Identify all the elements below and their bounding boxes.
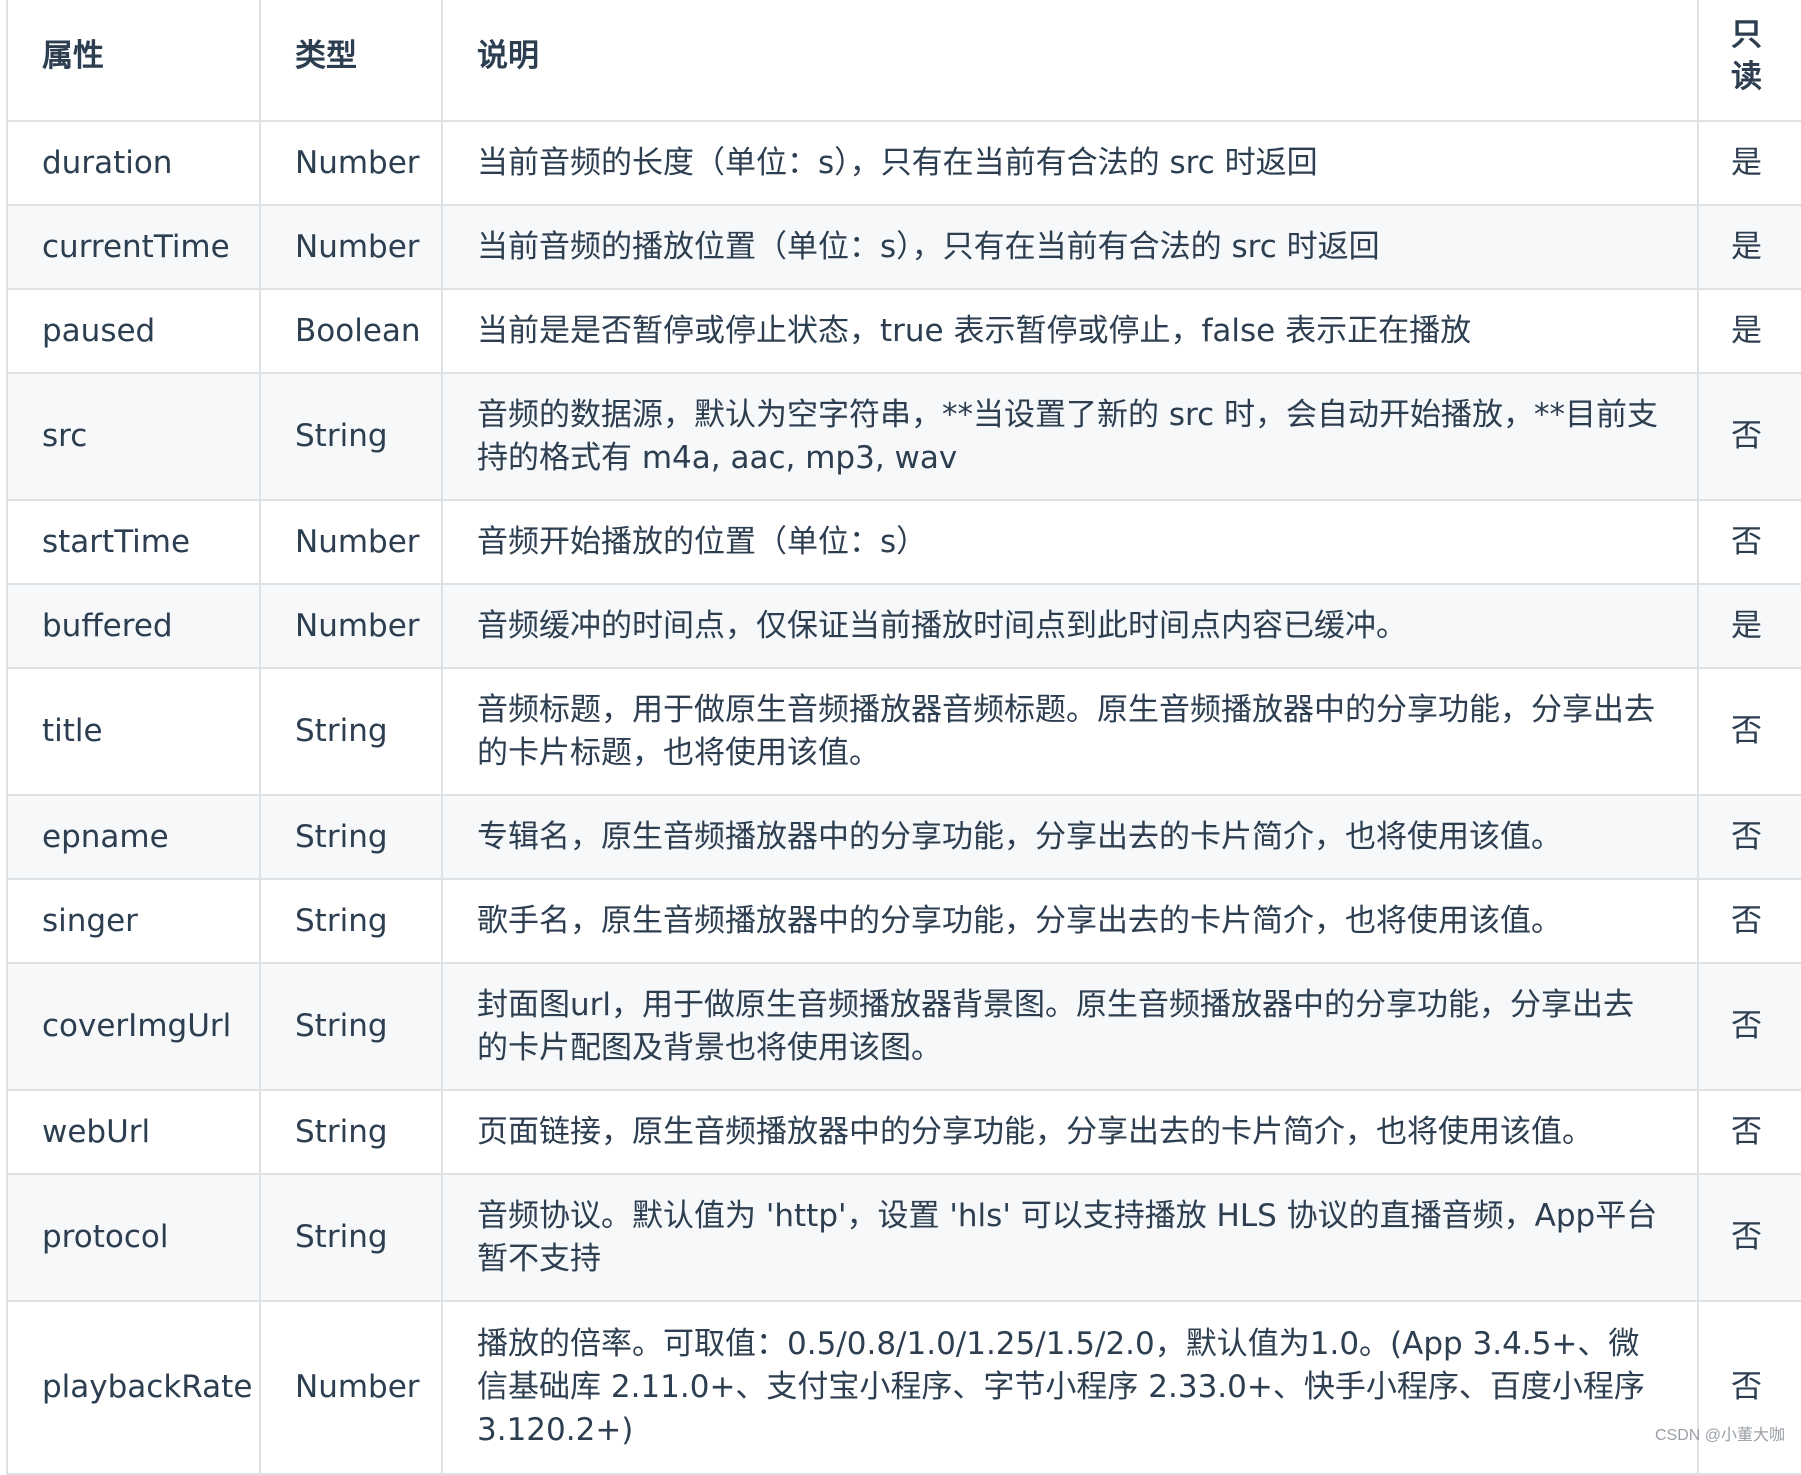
cell-description: 封面图url，用于做原生音频播放器背景图。原生音频播放器中的分享功能，分享出去的… bbox=[441, 962, 1699, 1091]
csdn-watermark: CSDN @小董大咖 bbox=[1654, 1427, 1785, 1444]
cell-type: String bbox=[259, 878, 443, 964]
table-row: currentTime Number 当前音频的播放位置（单位：s），只有在当前… bbox=[6, 204, 1801, 290]
cell-attribute: playbackRate bbox=[6, 1300, 261, 1475]
cell-type: String bbox=[259, 1089, 443, 1175]
table-row: webUrl String 页面链接，原生音频播放器中的分享功能，分享出去的卡片… bbox=[6, 1089, 1801, 1175]
table-row: paused Boolean 当前是是否暂停或停止状态，true 表示暂停或停止… bbox=[6, 288, 1801, 374]
cell-attribute: src bbox=[6, 372, 261, 501]
cell-type: Number bbox=[259, 499, 443, 585]
cell-description: 音频协议。默认值为 'http'，设置 'hls' 可以支持播放 HLS 协议的… bbox=[441, 1173, 1699, 1302]
cell-readonly: 否 bbox=[1697, 878, 1801, 964]
cell-type: Number bbox=[259, 583, 443, 669]
cell-description: 音频缓冲的时间点，仅保证当前播放时间点到此时间点内容已缓冲。 bbox=[441, 583, 1699, 669]
table-row: epname String 专辑名，原生音频播放器中的分享功能，分享出去的卡片简… bbox=[6, 794, 1801, 880]
cell-attribute: currentTime bbox=[6, 204, 261, 290]
cell-attribute: paused bbox=[6, 288, 261, 374]
cell-attribute: title bbox=[6, 667, 261, 796]
cell-description: 当前是是否暂停或停止状态，true 表示暂停或停止，false 表示正在播放 bbox=[441, 288, 1699, 374]
cell-type: String bbox=[259, 1173, 443, 1302]
cell-description: 当前音频的长度（单位：s），只有在当前有合法的 src 时返回 bbox=[441, 120, 1699, 206]
cell-type: String bbox=[259, 962, 443, 1091]
table-header-row: 属性 类型 说明 只读 bbox=[6, 0, 1801, 122]
table-row: playbackRate Number 播放的倍率。可取值：0.5/0.8/1.… bbox=[6, 1300, 1801, 1475]
cell-readonly: 是 bbox=[1697, 120, 1801, 206]
cell-attribute: coverImgUrl bbox=[6, 962, 261, 1091]
cell-description: 音频标题，用于做原生音频播放器音频标题。原生音频播放器中的分享功能，分享出去的卡… bbox=[441, 667, 1699, 796]
cell-description: 播放的倍率。可取值：0.5/0.8/1.0/1.25/1.5/2.0，默认值为1… bbox=[441, 1300, 1699, 1475]
cell-readonly: 是 bbox=[1697, 204, 1801, 290]
cell-readonly: 是 bbox=[1697, 288, 1801, 374]
cell-readonly: 否 bbox=[1697, 1089, 1801, 1175]
cell-type: String bbox=[259, 667, 443, 796]
cell-type: String bbox=[259, 372, 443, 501]
cell-description: 专辑名，原生音频播放器中的分享功能，分享出去的卡片简介，也将使用该值。 bbox=[441, 794, 1699, 880]
cell-attribute: singer bbox=[6, 878, 261, 964]
cell-description: 音频的数据源，默认为空字符串，**当设置了新的 src 时，会自动开始播放，**… bbox=[441, 372, 1699, 501]
cell-type: String bbox=[259, 794, 443, 880]
table-row: duration Number 当前音频的长度（单位：s），只有在当前有合法的 … bbox=[6, 120, 1801, 206]
table-row: coverImgUrl String 封面图url，用于做原生音频播放器背景图。… bbox=[6, 962, 1801, 1091]
cell-type: Number bbox=[259, 204, 443, 290]
cell-type: Number bbox=[259, 1300, 443, 1475]
table-row: singer String 歌手名，原生音频播放器中的分享功能，分享出去的卡片简… bbox=[6, 878, 1801, 964]
cell-readonly: 否 bbox=[1697, 794, 1801, 880]
cell-readonly: 否 bbox=[1697, 962, 1801, 1091]
cell-readonly: 是 bbox=[1697, 583, 1801, 669]
property-table: 属性 类型 说明 只读 duration Number 当前音频的长度（单位：s… bbox=[6, 0, 1801, 1475]
cell-type: Number bbox=[259, 120, 443, 206]
cell-readonly: 否 bbox=[1697, 499, 1801, 585]
cell-attribute: webUrl bbox=[6, 1089, 261, 1175]
cell-readonly: 否 bbox=[1697, 1173, 1801, 1302]
table-row: title String 音频标题，用于做原生音频播放器音频标题。原生音频播放器… bbox=[6, 667, 1801, 796]
header-readonly-cell: 只读 bbox=[1697, 0, 1801, 122]
cell-attribute: epname bbox=[6, 794, 261, 880]
header-readonly: 只读 bbox=[1731, 16, 1762, 95]
header-description: 说明 bbox=[441, 0, 1699, 122]
header-type: 类型 bbox=[259, 0, 443, 122]
table-row: protocol String 音频协议。默认值为 'http'，设置 'hls… bbox=[6, 1173, 1801, 1302]
cell-type: Boolean bbox=[259, 288, 443, 374]
cell-description: 当前音频的播放位置（单位：s），只有在当前有合法的 src 时返回 bbox=[441, 204, 1699, 290]
cell-readonly: 否 bbox=[1697, 667, 1801, 796]
cell-readonly: 否 bbox=[1697, 372, 1801, 501]
cell-attribute: duration bbox=[6, 120, 261, 206]
table-row: src String 音频的数据源，默认为空字符串，**当设置了新的 src 时… bbox=[6, 372, 1801, 501]
cell-description: 页面链接，原生音频播放器中的分享功能，分享出去的卡片简介，也将使用该值。 bbox=[441, 1089, 1699, 1175]
cell-attribute: protocol bbox=[6, 1173, 261, 1302]
cell-readonly: 否 bbox=[1697, 1300, 1801, 1475]
cell-attribute: buffered bbox=[6, 583, 261, 669]
header-attribute: 属性 bbox=[6, 0, 261, 122]
cell-description: 歌手名，原生音频播放器中的分享功能，分享出去的卡片简介，也将使用该值。 bbox=[441, 878, 1699, 964]
cell-description: 音频开始播放的位置（单位：s） bbox=[441, 499, 1699, 585]
table-row: startTime Number 音频开始播放的位置（单位：s） 否 bbox=[6, 499, 1801, 585]
table-row: buffered Number 音频缓冲的时间点，仅保证当前播放时间点到此时间点… bbox=[6, 583, 1801, 669]
cell-attribute: startTime bbox=[6, 499, 261, 585]
